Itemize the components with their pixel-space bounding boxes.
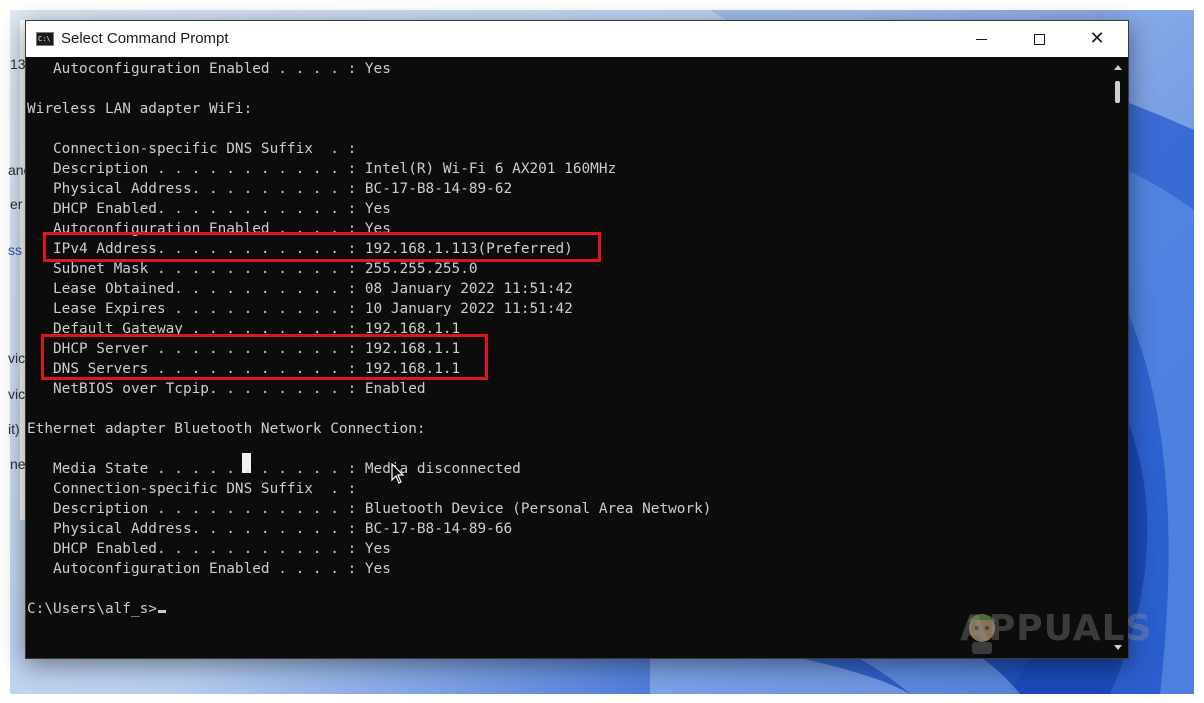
console-line: DHCP Enabled. . . . . . . . . . . : Yes <box>27 201 391 217</box>
scroll-up-icon[interactable] <box>1114 65 1122 70</box>
background-text-fragment: it) <box>8 421 20 437</box>
appuals-watermark: APPUALS <box>960 608 1153 649</box>
text-cursor <box>157 610 166 613</box>
ipv4-highlight-box <box>43 232 601 262</box>
background-text-fragment: ne <box>10 456 26 472</box>
console-line: Lease Expires . . . . . . . . . . : 10 J… <box>27 301 573 317</box>
console-line: Lease Obtained. . . . . . . . . . : 08 J… <box>27 281 573 297</box>
background-text-fragment: vic <box>8 386 26 402</box>
close-button[interactable]: ✕ <box>1068 21 1126 57</box>
dhcp-dns-highlight-box <box>41 334 488 380</box>
console-line: Description . . . . . . . . . . . : Inte… <box>27 161 617 177</box>
console-line: Connection-specific DNS Suffix . : <box>27 481 357 497</box>
console-line: Autoconfiguration Enabled . . . . : Yes <box>27 61 391 77</box>
window-title: Select Command Prompt <box>61 30 229 47</box>
console-line: Physical Address. . . . . . . . . : BC-1… <box>27 521 513 537</box>
minimize-icon <box>975 38 987 40</box>
background-text-fragment: 13 <box>10 56 26 72</box>
command-prompt-line[interactable]: C:\Users\alf_s> <box>27 599 166 619</box>
minimize-button[interactable] <box>952 21 1010 57</box>
console-line: Description . . . . . . . . . . . : Blue… <box>27 501 712 517</box>
maximize-button[interactable] <box>1010 21 1068 57</box>
console-line: Autoconfiguration Enabled . . . . : Yes <box>27 561 391 577</box>
cmd-icon: C:\ <box>36 32 54 46</box>
maximize-icon <box>1033 33 1045 45</box>
scrollbar-thumb[interactable] <box>1115 81 1120 103</box>
console-line: Physical Address. . . . . . . . . : BC-1… <box>27 181 513 197</box>
console-line: NetBIOS over Tcpip. . . . . . . . : Enab… <box>27 381 426 397</box>
console-line: DHCP Enabled. . . . . . . . . . . : Yes <box>27 541 391 557</box>
console-line: Subnet Mask . . . . . . . . . . . : 255.… <box>27 261 478 277</box>
console-line: Wireless LAN adapter WiFi: <box>27 101 253 117</box>
prompt-path: C:\Users\alf_s> <box>27 601 157 617</box>
background-link-fragment[interactable]: ss <box>8 242 22 258</box>
vertical-scrollbar[interactable] <box>1110 57 1128 658</box>
mouse-cursor-icon <box>391 463 405 484</box>
background-text-fragment: er <box>10 196 23 212</box>
background-text-fragment: vic <box>8 350 26 366</box>
console-line: Connection-specific DNS Suffix . : <box>27 141 357 157</box>
title-bar[interactable]: C:\ Select Command Prompt ✕ <box>26 21 1128 57</box>
console-line: Media State . . . . . . . . . . . : Medi… <box>27 461 521 477</box>
close-icon: ✕ <box>1089 28 1105 49</box>
console-line: Ethernet adapter Bluetooth Network Conne… <box>27 421 426 437</box>
